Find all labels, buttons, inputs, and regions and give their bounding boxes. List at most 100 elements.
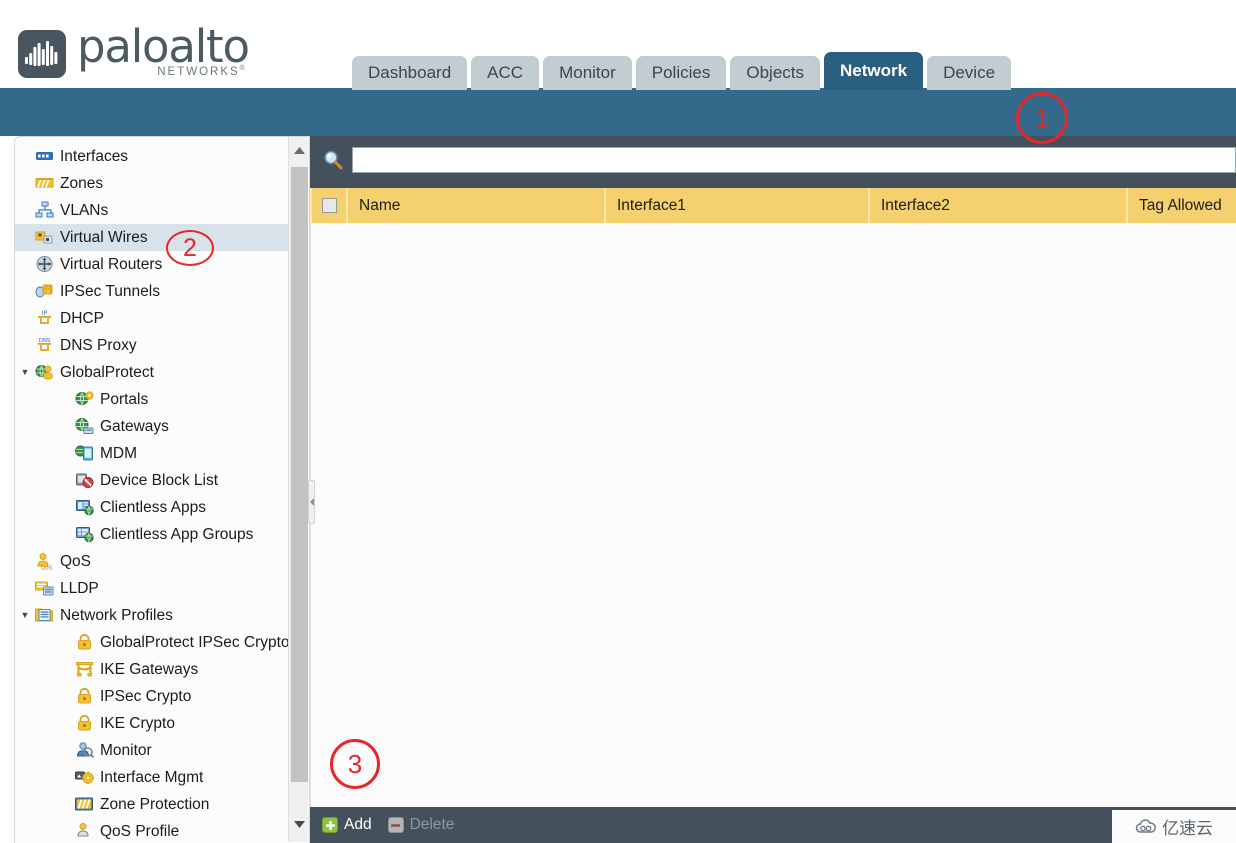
search-magnifier-icon[interactable] (318, 145, 348, 175)
tab-device[interactable]: Device (927, 56, 1012, 90)
sidebar-item-gateways[interactable]: Gateways (15, 413, 298, 440)
select-all-cell[interactable] (310, 188, 346, 223)
column-header-tag-allowed[interactable]: Tag Allowed (1126, 188, 1236, 223)
sidebar-item-virtual-wires[interactable]: Virtual Wires (15, 224, 298, 251)
column-header-interface1[interactable]: Interface1 (604, 188, 868, 223)
clientless-app-groups-icon (75, 525, 97, 544)
tab-network[interactable]: Network (824, 52, 924, 90)
scroll-up-arrow-icon[interactable] (289, 140, 309, 160)
interfaces-icon (35, 147, 57, 166)
search-input[interactable] (352, 147, 1236, 173)
qos-icon: QoS (35, 552, 57, 571)
delete-button-label: Delete (409, 816, 455, 833)
sidebar-item-qos-profile[interactable]: QoS Profile (15, 818, 298, 843)
sidebar-item-mdm[interactable]: MDM (15, 440, 298, 467)
sidebar-item-label: QoS (60, 552, 92, 570)
scroll-down-arrow-icon[interactable] (289, 814, 309, 834)
tab-acc[interactable]: ACC (471, 56, 540, 90)
twisty-expanded-icon[interactable]: ▼ (15, 368, 35, 377)
sidebar-item-label: MDM (100, 444, 138, 462)
splitter-caret-icon (309, 498, 314, 506)
sidebar-item-qos[interactable]: QoS QoS (15, 548, 298, 575)
sidebar-item-label: Portals (100, 390, 149, 408)
zone-protection-icon (75, 797, 93, 811)
clientless-apps-icon (75, 498, 97, 517)
lock-icon (75, 633, 97, 652)
minus-glyph-icon (391, 823, 401, 827)
ike-gateways-icon (76, 662, 93, 677)
lock-icon (75, 687, 97, 706)
sidebar-item-globalprotect[interactable]: ▼ GlobalProtect (15, 359, 298, 386)
sidebar-item-lldp[interactable]: LLDP (15, 575, 298, 602)
zone-protection-icon (75, 795, 97, 814)
select-all-checkbox[interactable] (321, 198, 337, 213)
sidebar-item-label: IKE Gateways (100, 660, 199, 678)
lock-icon (78, 714, 91, 731)
sidebar-item-label: Clientless App Groups (100, 525, 254, 543)
sidebar-item-clientless-apps[interactable]: Clientless Apps (15, 494, 298, 521)
sidebar-item-network-profiles[interactable]: ▼ Network Profiles (15, 602, 298, 629)
sidebar-scrollbar[interactable] (288, 137, 309, 842)
brand-wordmark: paloalto NETWORKS® (77, 24, 250, 78)
sidebar-item-label: Interface Mgmt (100, 768, 204, 786)
sidebar-item-dns-proxy[interactable]: DNS DNS Proxy (15, 332, 298, 359)
virtual-wires-icon (35, 231, 53, 244)
grid-header-row: Name Interface1 Interface2 Tag Allowed (310, 188, 1236, 223)
mdm-icon (75, 444, 97, 463)
search-bar (310, 141, 1236, 179)
twisty-expanded-icon[interactable]: ▼ (15, 611, 35, 620)
sidebar-scroll-thumb[interactable] (291, 167, 308, 782)
tab-policies[interactable]: Policies (635, 56, 727, 90)
sidebar-item-ike-gateways[interactable]: IKE Gateways (15, 656, 298, 683)
sidebar-item-label: IPSec Crypto (100, 687, 192, 705)
sidebar-item-interface-mgmt[interactable]: Interface Mgmt (15, 764, 298, 791)
sidebar-item-globalprotect-ipsec-crypto[interactable]: GlobalProtect IPSec Crypto (15, 629, 298, 656)
column-header-interface2[interactable]: Interface2 (868, 188, 1126, 223)
sidebar-item-ipsec-tunnels[interactable]: IPSec Tunnels (15, 278, 298, 305)
sidebar-item-clientless-app-groups[interactable]: Clientless App Groups (15, 521, 298, 548)
sidebar-item-label: Zone Protection (100, 795, 210, 813)
sidebar-item-vlans[interactable]: VLANs (15, 197, 298, 224)
sidebar-item-ipsec-crypto[interactable]: IPSec Crypto (15, 683, 298, 710)
sidebar-item-label: Virtual Routers (60, 255, 163, 273)
header-blue-band (0, 88, 1236, 136)
tab-objects[interactable]: Objects (730, 56, 820, 90)
sidebar-item-label: DNS Proxy (60, 336, 137, 354)
sidebar-item-zone-protection[interactable]: Zone Protection (15, 791, 298, 818)
grid-body[interactable] (310, 223, 1236, 807)
sidebar-splitter-handle[interactable] (308, 480, 315, 524)
clientless-apps-icon (76, 500, 94, 516)
sidebar-item-monitor[interactable]: Monitor (15, 737, 298, 764)
watermark: 亿速云 (1112, 810, 1236, 843)
main-tabbar[interactable]: Dashboard ACC Monitor Policies Objects Networ… (352, 52, 1012, 90)
zones-icon (35, 178, 54, 188)
sidebar-nav-list[interactable]: Interfaces Zones VLANs Virtual Wires Vir… (15, 143, 298, 843)
minus-icon (387, 817, 404, 833)
portals-icon (75, 390, 97, 409)
ipsec-tunnels-icon (35, 282, 57, 301)
virtual-routers-icon (36, 256, 53, 272)
registered-mark: ® (239, 65, 247, 72)
ike-gateways-icon (75, 660, 97, 679)
sidebar-item-interfaces[interactable]: Interfaces (15, 143, 298, 170)
delete-button[interactable]: Delete (387, 816, 455, 834)
column-header-name[interactable]: Name (346, 188, 604, 223)
sidebar-item-label: Network Profiles (60, 606, 173, 624)
tab-dashboard[interactable]: Dashboard (352, 56, 468, 90)
network-profiles-icon (35, 608, 53, 622)
palo-alto-web-interface: paloalto NETWORKS® Dashboard ACC Monitor Po… (0, 0, 1236, 843)
sidebar-item-label: DHCP (60, 309, 104, 327)
sidebar-item-device-block-list[interactable]: Device Block List (15, 467, 298, 494)
chevron-down-icon (293, 820, 305, 828)
sidebar-item-label: Virtual Wires (60, 228, 148, 246)
sidebar-item-ike-crypto[interactable]: IKE Crypto (15, 710, 298, 737)
sidebar-item-zones[interactable]: Zones (15, 170, 298, 197)
paloalto-logo-icon (18, 30, 66, 79)
tab-monitor[interactable]: Monitor (543, 56, 632, 90)
sidebar-item-virtual-routers[interactable]: Virtual Routers (15, 251, 298, 278)
globalprotect-icon (35, 363, 57, 382)
device-block-list-icon (76, 473, 94, 488)
sidebar-item-portals[interactable]: Portals (15, 386, 298, 413)
sidebar-item-dhcp[interactable]: IP DHCP (15, 305, 298, 332)
add-button[interactable]: Add (322, 816, 372, 834)
